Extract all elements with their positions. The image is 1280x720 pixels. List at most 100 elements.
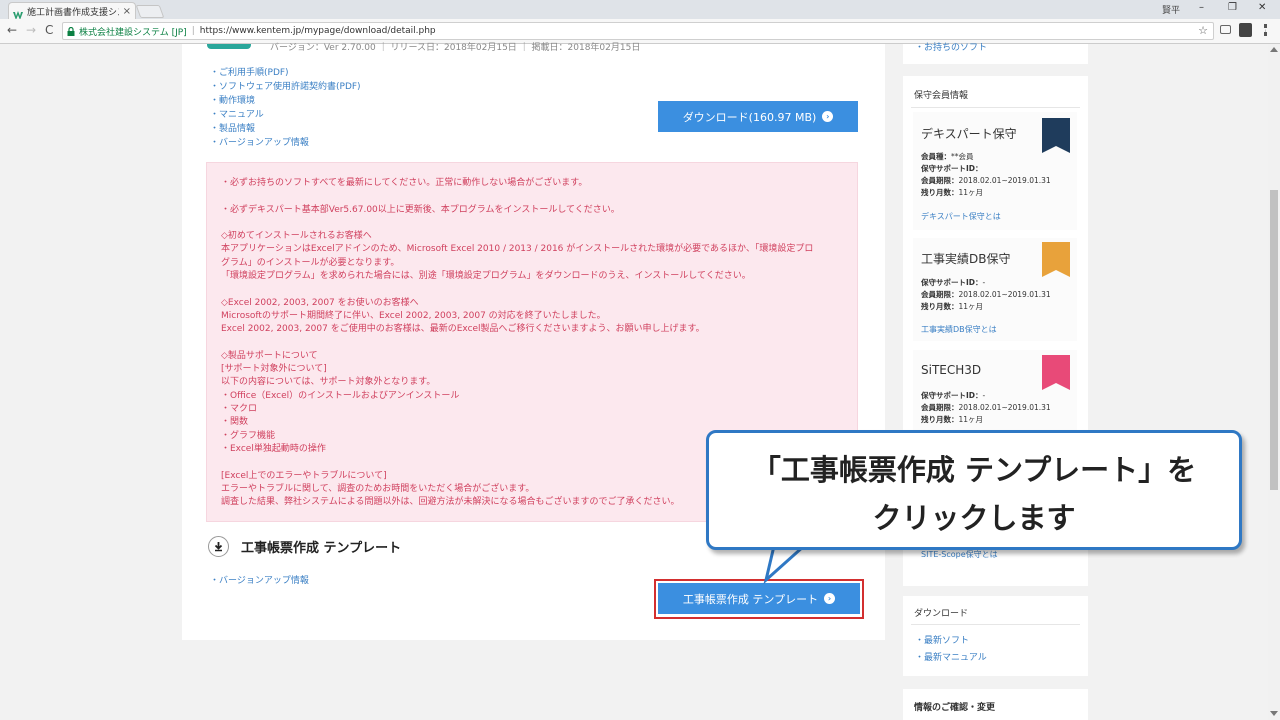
bookmark-badge-icon (1042, 355, 1070, 390)
section-title: 工事帳票作成 テンプレート (241, 541, 402, 556)
notice-line: [サポート対象外について] (221, 364, 327, 375)
link-product-info[interactable]: ・製品情報 (210, 122, 361, 136)
info-key: 保守サポートID： (921, 391, 983, 400)
back-icon[interactable]: ← (7, 23, 17, 37)
info-key: 保守サポートID： (921, 164, 983, 173)
instruction-callout: 「工事帳票作成 テンプレート」を クリックします (706, 430, 1242, 550)
notice-line: Excel 2002, 2003, 2007 をご使用中のお客様は、最新のExc… (221, 324, 705, 335)
sidebar-top-card: ・お持ちのソフト (903, 43, 1088, 64)
arrow-circle-icon: › (822, 111, 834, 122)
plan-db: 工事実績DB保守 保守サポートID：- 会員期限：2018.02.01~2019… (913, 238, 1077, 341)
maximize-icon[interactable]: ❐ (1228, 2, 1237, 13)
download-icon (208, 536, 229, 557)
bookmark-star-icon[interactable]: ☆ (1198, 24, 1208, 37)
notice-line: ・必ずお持ちのソフトすべてを最新にしてください。正常に動作しない場合がございます… (221, 178, 588, 188)
notice-spacer (221, 283, 843, 296)
info-value: 2018.02.01~2019.01.31 (958, 176, 1051, 185)
notice-line: ◇製品サポートについて (221, 350, 318, 361)
info-value: 2018.02.01~2019.01.31 (958, 403, 1051, 412)
plan-sitech3d: SiTECH3D 保守サポートID：- 会員期限：2018.02.01~2019… (913, 350, 1077, 430)
info-card: 情報のご確認・変更 (903, 689, 1088, 720)
info-key: 会員種： (921, 152, 951, 161)
link-version-info[interactable]: ・バージョンアップ情報 (210, 136, 361, 150)
info-value: 11ヶ月 (958, 302, 984, 311)
download-header: ダウンロード (914, 609, 969, 619)
divider (911, 624, 1080, 625)
info-key: 会員期限： (921, 176, 959, 185)
url-text[interactable]: https://www.kentem.jp/mypage/download/de… (200, 26, 436, 36)
product-links: ・ご利用手順(PDF) ・ソフトウェア使用許諾契約書(PDF) ・動作環境 ・マ… (210, 66, 361, 150)
info-key: 残り月数： (921, 302, 959, 311)
link-sitescope-maintenance[interactable]: SITE-Scope保守とは (921, 549, 998, 560)
notice-line: ◇Excel 2002, 2003, 2007 をお使いのお客様へ (221, 297, 419, 308)
info-value: 2018.02.01~2019.01.31 (958, 290, 1051, 299)
notice-line: 以下の内容については、サポート対象外となります。 (221, 377, 436, 388)
minimize-icon[interactable]: – (1199, 2, 1204, 13)
plan-name: 工事実績DB保守 (921, 252, 1011, 266)
callout-line-2: クリックします (872, 501, 1076, 535)
notice-line: ・マクロ (221, 404, 258, 415)
site-favicon-icon (13, 6, 23, 20)
scrollbar-thumb[interactable] (1270, 190, 1278, 490)
extension-icon[interactable] (1239, 23, 1252, 37)
plan-name: デキスパート保守 (921, 127, 1017, 141)
link-license-pdf[interactable]: ・ソフトウェア使用許諾契約書(PDF) (210, 80, 361, 94)
link-requirements[interactable]: ・動作環境 (210, 94, 361, 108)
link-manual-pdf[interactable]: ・ご利用手順(PDF) (210, 66, 361, 80)
address-bar[interactable]: 株式会社建設システム [JP] | https://www.kentem.jp/… (62, 22, 1214, 40)
plan-dexpert: デキスパート保守 会員種：**会員 保守サポートID： 会員期限：2018.02… (913, 112, 1077, 230)
info-value: 11ヶ月 (958, 188, 984, 197)
notice-spacer (221, 217, 843, 230)
callout-line-1: 「工事帳票作成 テンプレート」を (751, 453, 1197, 487)
bookmark-badge-icon (1042, 242, 1070, 277)
lock-icon (67, 26, 75, 36)
plan-info: 会員種：**会員 保守サポートID： 会員期限：2018.02.01~2019.… (921, 151, 1051, 199)
link-template-version-info[interactable]: ・バージョンアップ情報 (210, 573, 309, 586)
tab-close-icon[interactable]: × (123, 6, 131, 17)
member-header: 保守会員情報 (914, 91, 969, 101)
link-manual[interactable]: ・マニュアル (210, 108, 361, 122)
menu-icon[interactable] (1264, 24, 1267, 36)
info-key: 残り月数： (921, 415, 959, 424)
window-close-icon[interactable]: ✕ (1258, 2, 1266, 13)
info-value: 11ヶ月 (958, 415, 984, 424)
notice-line: ・Office（Excel）のインストールおよびアンインストール (221, 390, 460, 401)
download-button[interactable]: ダウンロード(160.97 MB) › (658, 101, 858, 132)
plan-name: SiTECH3D (921, 363, 982, 377)
product-thumbnail (207, 44, 251, 49)
notice-line: 「環境設定プログラム」を求められた場合には、別途「環境設定プログラム」をダウンロ… (221, 271, 751, 282)
download-card: ダウンロード ・最新ソフト ・最新マニュアル (903, 596, 1088, 676)
bookmark-badge-icon (1042, 118, 1070, 153)
divider (911, 107, 1080, 108)
notice-line: ◇初めてインストールされるお客様へ (221, 231, 372, 242)
notice-line: グラム」のインストールが必要となります。 (221, 257, 400, 268)
notice-spacer (221, 337, 843, 350)
info-key: 残り月数： (921, 188, 959, 197)
tab-title: 施工計画書作成支援シス (27, 7, 119, 18)
camera-icon[interactable] (1220, 25, 1231, 34)
reload-icon[interactable]: C (45, 23, 53, 37)
info-value: - (982, 391, 986, 400)
profile-name[interactable]: 賢平 (1162, 3, 1180, 16)
info-header: 情報のご確認・変更 (914, 703, 996, 713)
notice-line: Microsoftのサポート期間終了に伴い、Excel 2002, 2003, … (221, 310, 606, 321)
callout-pointer (763, 544, 806, 584)
info-value: **会員 (951, 152, 974, 161)
link-owned-software[interactable]: ・お持ちのソフト (915, 40, 987, 53)
link-dexpert-maintenance[interactable]: デキスパート保守とは (921, 211, 1001, 222)
url-separator: | (191, 26, 195, 36)
scroll-up-icon[interactable] (1270, 47, 1278, 52)
notice-line: 本アプリケーションはExcelアドインのため、Microsoft Excel 2… (221, 244, 814, 255)
scroll-down-icon[interactable] (1270, 711, 1278, 716)
notice-line: ・関数 (221, 417, 249, 428)
notice-line: ・必ずデキスパート基本部Ver5.67.00以上に更新後、本プログラムをインスト… (221, 204, 620, 215)
link-latest-manual[interactable]: ・最新マニュアル (915, 650, 987, 663)
browser-tab[interactable]: 施工計画書作成支援シス × (8, 2, 136, 20)
new-tab-button[interactable] (135, 5, 165, 18)
download-button-label: ダウンロード(160.97 MB) (682, 110, 817, 124)
security-label: 株式会社建設システム [JP] (79, 27, 187, 38)
link-latest-software[interactable]: ・最新ソフト (915, 633, 969, 646)
highlight-box (654, 579, 864, 619)
link-db-maintenance[interactable]: 工事実績DB保守とは (921, 324, 997, 335)
forward-icon[interactable]: → (26, 23, 36, 37)
